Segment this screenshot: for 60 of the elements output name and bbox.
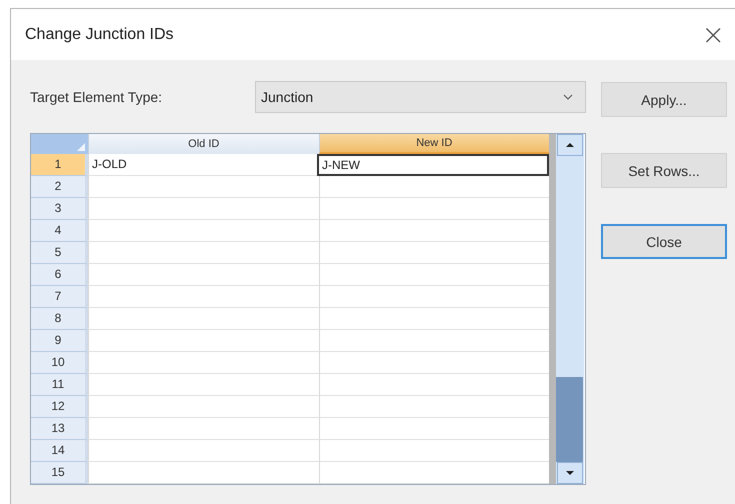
table-cell[interactable] [88, 264, 318, 286]
table-cell[interactable] [318, 220, 549, 242]
table-cell[interactable]: J-NEW [317, 154, 549, 176]
table-cell[interactable] [88, 176, 318, 198]
row-header[interactable]: 1 [31, 154, 88, 176]
table-cell[interactable] [318, 374, 549, 396]
row-header[interactable]: 4 [31, 220, 88, 242]
table-cell[interactable] [88, 308, 318, 330]
row-header[interactable]: 14 [31, 440, 88, 462]
table-cell[interactable] [88, 440, 318, 462]
row-header[interactable]: 7 [31, 286, 88, 308]
table-cell[interactable] [318, 396, 549, 418]
table-cell[interactable] [318, 352, 549, 374]
table-cell[interactable] [88, 396, 318, 418]
scrollbar-thumb[interactable] [556, 377, 583, 462]
table-cell[interactable] [88, 330, 318, 352]
table-cell[interactable] [88, 418, 318, 440]
row-header[interactable]: 15 [31, 462, 88, 484]
table-cell[interactable] [318, 308, 549, 330]
close-button[interactable]: × [692, 20, 735, 48]
column-header[interactable]: Old ID [88, 134, 318, 154]
scrollbar[interactable] [549, 134, 584, 484]
element-type-dropdown[interactable]: Junction [255, 81, 586, 113]
scroll-up-icon[interactable] [557, 134, 583, 156]
table-cell[interactable] [88, 242, 318, 264]
window-title: Change Junction IDs [25, 26, 174, 44]
row-header[interactable]: 10 [31, 352, 88, 374]
table-cell[interactable] [88, 198, 318, 220]
row-header[interactable]: 8 [31, 308, 88, 330]
table-cell[interactable] [318, 242, 549, 264]
row-header[interactable]: 3 [31, 198, 88, 220]
table-cell[interactable]: J-OLD [88, 154, 317, 176]
table-cell[interactable] [318, 264, 549, 286]
row-header[interactable]: 9 [31, 330, 88, 352]
table-cell[interactable] [318, 286, 549, 308]
table-cell[interactable] [88, 374, 318, 396]
table-cell[interactable] [88, 352, 318, 374]
row-header[interactable]: 5 [31, 242, 88, 264]
table-cell[interactable] [88, 220, 318, 242]
table-cell[interactable] [88, 462, 318, 484]
table-cell[interactable] [318, 198, 549, 220]
table-cell[interactable] [318, 330, 549, 352]
row-header[interactable]: 13 [31, 418, 88, 440]
dialog-button[interactable]: Set Rows... [601, 153, 727, 188]
table-cell[interactable] [318, 462, 549, 484]
dialog-button[interactable]: Close [601, 224, 727, 259]
scroll-down-icon[interactable] [557, 462, 583, 484]
column-header[interactable]: New ID [318, 134, 549, 154]
corner-triangle-icon [77, 143, 85, 151]
row-header[interactable]: 11 [31, 374, 88, 396]
row-header[interactable]: 6 [31, 264, 88, 286]
table-cell[interactable] [88, 286, 318, 308]
table-cell[interactable] [318, 418, 549, 440]
field-label: Target Element Type: [30, 89, 164, 105]
dialog-button[interactable]: Apply... [601, 82, 727, 117]
chevron-down-icon [563, 94, 573, 100]
table-cell[interactable] [318, 440, 549, 462]
row-header[interactable]: 2 [31, 176, 88, 198]
table-cell[interactable] [318, 176, 549, 198]
row-header[interactable]: 12 [31, 396, 88, 418]
